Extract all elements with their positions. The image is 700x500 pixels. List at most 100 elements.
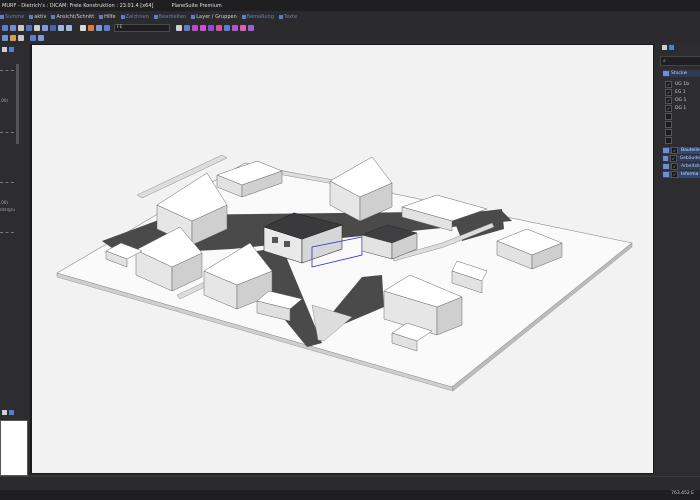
cut-icon[interactable] <box>34 24 40 31</box>
wire-icon[interactable] <box>18 35 24 41</box>
checkbox[interactable]: ✓ <box>665 89 672 96</box>
folder-gebaeude[interactable]: ✓ Gebäude <box>663 155 700 162</box>
layer-blue-icon[interactable] <box>224 24 230 31</box>
divider <box>0 182 14 183</box>
edit-icon <box>153 14 158 19</box>
cad-viewport[interactable] <box>31 44 654 474</box>
checkbox[interactable]: ✓ <box>671 163 678 170</box>
layer-purple-icon[interactable] <box>232 24 238 31</box>
menu-bemassung[interactable]: Bemaßung <box>241 14 274 20</box>
dimension-icon <box>241 14 246 19</box>
summe-icon <box>0 14 4 19</box>
checkbox[interactable]: ✓ <box>670 155 677 162</box>
toolbar-secondary <box>0 33 700 43</box>
menu-ansicht-schnitt[interactable]: Ansicht/Schnitt <box>51 14 94 20</box>
checkbox[interactable] <box>665 113 672 120</box>
fill-icon[interactable] <box>104 24 110 31</box>
layer-rose-icon[interactable] <box>216 24 222 31</box>
dock-icon[interactable] <box>9 47 14 52</box>
layer-pink2-icon[interactable] <box>240 24 246 31</box>
view-icon <box>51 14 56 19</box>
search-icon: ⌕ <box>663 58 666 64</box>
snap-icon[interactable] <box>184 24 190 31</box>
window-title: MURF - Dietrich's : DICAM: Freie Konstru… <box>2 2 154 9</box>
layer-icon <box>191 14 196 19</box>
dock-icon[interactable] <box>9 410 14 415</box>
menu-aktiv[interactable]: aktiv <box>29 14 46 20</box>
checkbox[interactable]: ✓ <box>671 147 678 154</box>
window <box>284 241 290 247</box>
checkbox[interactable] <box>665 129 672 136</box>
floor-item[interactable]: ✓ DG 1 <box>665 105 686 112</box>
checkbox[interactable] <box>665 137 672 144</box>
menu-texte[interactable]: Texte <box>278 14 297 20</box>
left-scrollbar[interactable] <box>16 64 19 144</box>
left-panel-value: .00) <box>0 200 8 205</box>
layer-magenta-icon[interactable] <box>200 24 206 31</box>
view-3d-icon[interactable] <box>2 35 8 41</box>
divider <box>0 232 14 233</box>
checkbox[interactable] <box>665 121 672 128</box>
pin-icon[interactable] <box>2 410 7 415</box>
floor-item[interactable] <box>665 129 675 136</box>
site-3d-model[interactable] <box>32 45 653 473</box>
shape-icon[interactable] <box>96 24 102 31</box>
preview-header <box>0 410 28 418</box>
left-panel-header <box>0 47 28 55</box>
menu-zeichnen[interactable]: Zeichnen <box>120 14 149 20</box>
floor-item[interactable]: ✓ OG 1 <box>665 97 686 104</box>
checkbox[interactable]: ✓ <box>671 171 678 178</box>
menu-layer-gruppen[interactable]: Layer / Gruppen <box>191 14 237 20</box>
layer-pink-icon[interactable] <box>192 24 198 31</box>
copy-icon[interactable] <box>42 24 48 31</box>
undo-icon[interactable] <box>58 24 64 31</box>
light-icon[interactable] <box>38 35 44 41</box>
folder-icon <box>663 156 669 161</box>
dock-icon[interactable] <box>669 45 674 50</box>
floor-item[interactable]: ✓ UG 1b <box>665 81 689 88</box>
menu-bar: Summe aktiv Ansicht/Schnitt Hilfe Zeichn… <box>0 11 700 22</box>
folder-icon <box>663 148 669 153</box>
pen-icon[interactable] <box>88 24 94 31</box>
camera-icon[interactable] <box>30 35 36 41</box>
checkbox[interactable]: ✓ <box>665 81 672 88</box>
print-icon[interactable] <box>26 24 32 31</box>
folder-arbeitsbereich[interactable]: ✓ Arbeitsb <box>663 163 700 170</box>
new-icon[interactable] <box>2 24 8 31</box>
layer-violet-icon[interactable] <box>208 24 214 31</box>
pin-icon[interactable] <box>2 47 7 52</box>
folder-icon <box>663 71 669 76</box>
floor-item[interactable] <box>665 121 675 128</box>
floor-item[interactable] <box>665 113 675 120</box>
bottom-toolbar <box>0 476 700 491</box>
save-icon[interactable] <box>18 24 24 31</box>
checkbox[interactable]: ✓ <box>665 105 672 112</box>
left-panel-value: ntergru <box>0 207 15 212</box>
draw-icon <box>120 14 125 19</box>
floor-item[interactable]: ✓ EG 1 <box>665 89 686 96</box>
menu-hilfe[interactable]: Hilfe <box>99 14 116 20</box>
paste-icon[interactable] <box>50 24 56 31</box>
folder-icon <box>663 164 669 169</box>
line-icon[interactable] <box>80 24 86 31</box>
help-icon <box>99 14 104 19</box>
pin-icon[interactable] <box>662 45 667 50</box>
right-panel: ⌕ Stockw ✓ UG 1b ✓ EG 1 ✓ OG 1 ✓ DG 1 ✓ Baute… <box>656 44 700 474</box>
folder-bauteile[interactable]: ✓ Bauteile <box>663 147 700 154</box>
floor-group-header[interactable]: Stockw <box>663 70 700 77</box>
layer-search-input[interactable]: ⌕ <box>660 56 700 66</box>
menu-bearbeiten[interactable]: Bearbeiten <box>153 14 186 20</box>
floor-item[interactable] <box>665 137 675 144</box>
grid-icon[interactable] <box>176 24 182 31</box>
right-panel-header <box>660 45 674 50</box>
toolbar-main: FE <box>0 22 700 33</box>
layer-lilac-icon[interactable] <box>248 24 254 31</box>
text-icon <box>278 14 283 19</box>
render-icon[interactable] <box>10 35 16 41</box>
open-icon[interactable] <box>10 24 16 31</box>
checkbox[interactable]: ✓ <box>665 97 672 104</box>
menu-summe[interactable]: Summe <box>0 14 24 20</box>
style-combo[interactable]: FE <box>114 23 170 32</box>
redo-icon[interactable] <box>66 24 72 31</box>
folder-informationen[interactable]: ✓ Informa <box>663 171 700 178</box>
